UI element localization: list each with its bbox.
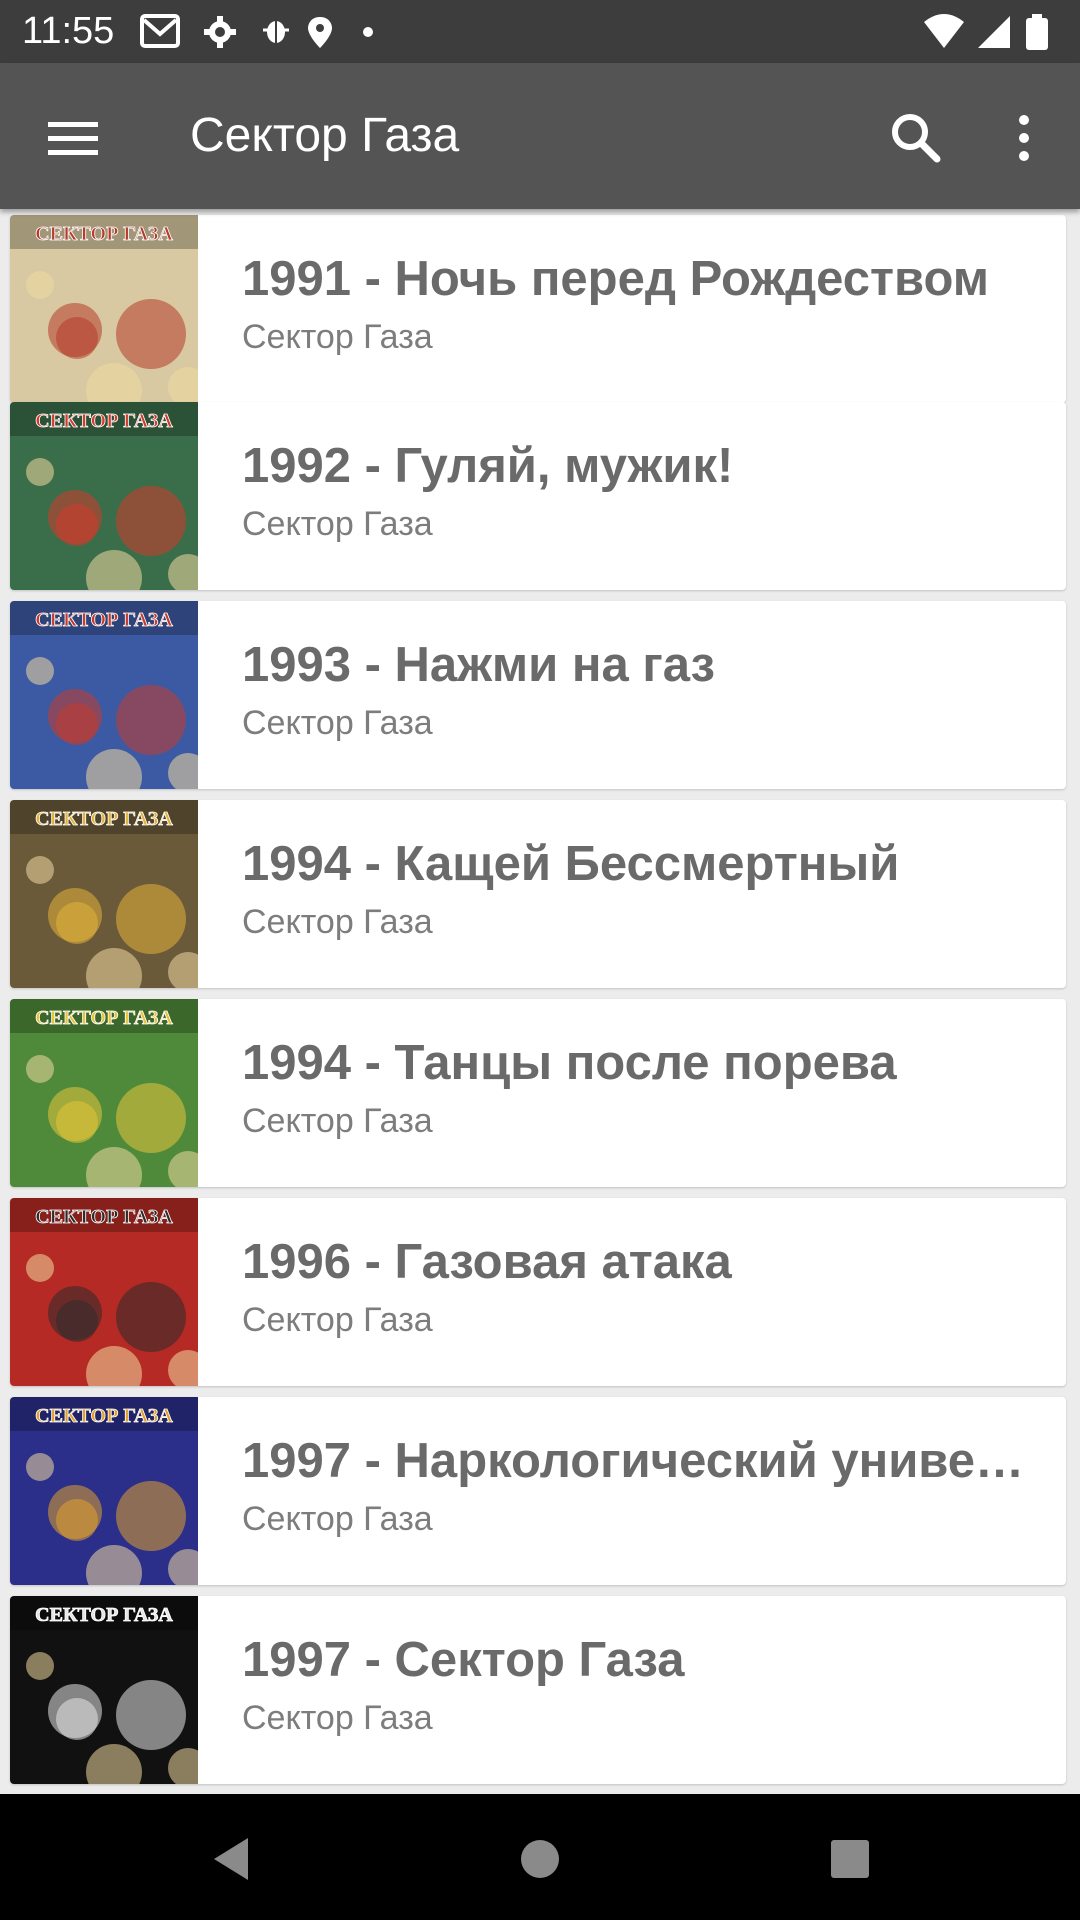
location-icon: [308, 17, 332, 48]
album-item[interactable]: СЕКТОР ГАЗА 1993 - Нажми на газ Сектор Г…: [10, 601, 1066, 789]
album-cover: СЕКТОР ГАЗА: [10, 800, 198, 988]
album-item[interactable]: СЕКТОР ГАЗА 1991 - Ночь перед Рождеством…: [10, 215, 1066, 403]
album-cover-art: СЕКТОР ГАЗА: [10, 1397, 198, 1585]
album-item[interactable]: СЕКТОР ГАЗА 1994 - Кащей Бессмертный Сек…: [10, 800, 1066, 988]
more-vert-icon[interactable]: [1004, 103, 1044, 173]
album-title: 1997 - Сектор Газа: [242, 1633, 685, 1687]
signal-icon: [978, 16, 1010, 48]
album-cover-logo: СЕКТОР ГАЗА: [35, 1007, 173, 1029]
album-item[interactable]: СЕКТОР ГАЗА 1997 - Наркологический униве…: [10, 1397, 1066, 1585]
album-cover: СЕКТОР ГАЗА: [10, 1198, 198, 1386]
status-bar: 11:55: [0, 0, 1080, 63]
battery-icon: [1026, 14, 1048, 50]
album-artist: Сектор Газа: [242, 1102, 433, 1140]
album-cover-logo: СЕКТОР ГАЗА: [35, 1604, 173, 1626]
album-artist: Сектор Газа: [242, 903, 433, 941]
album-cover-logo: СЕКТОР ГАЗА: [35, 808, 173, 830]
album-cover-art: СЕКТОР ГАЗА: [10, 215, 198, 403]
album-item[interactable]: СЕКТОР ГАЗА 1997 - Сектор Газа Сектор Га…: [10, 1596, 1066, 1784]
album-cover-art: СЕКТОР ГАЗА: [10, 601, 198, 789]
album-cover-art: СЕКТОР ГАЗА: [10, 1596, 198, 1784]
album-cover-logo: СЕКТОР ГАЗА: [35, 1405, 173, 1427]
album-artist: Сектор Газа: [242, 1699, 433, 1737]
album-artist: Сектор Газа: [242, 505, 433, 543]
gmail-icon: [140, 14, 180, 48]
album-cover-art: СЕКТОР ГАЗА: [10, 999, 198, 1187]
album-cover-logo: СЕКТОР ГАЗА: [35, 223, 173, 245]
album-title: 1993 - Нажми на газ: [242, 638, 715, 692]
album-cover-art: СЕКТОР ГАЗА: [10, 1198, 198, 1386]
status-icons-left: [140, 14, 373, 48]
wifi-icon: [924, 14, 964, 48]
album-title: 1997 - Наркологический университет милли…: [242, 1434, 1042, 1488]
status-icons-right: [924, 14, 1048, 50]
album-cover-art: СЕКТОР ГАЗА: [10, 800, 198, 988]
system-nav-bar: [0, 1794, 1080, 1920]
album-cover: СЕКТОР ГАЗА: [10, 1596, 198, 1784]
back-triangle-icon[interactable]: [200, 1824, 270, 1894]
album-artist: Сектор Газа: [242, 318, 433, 356]
album-cover-logo: СЕКТОР ГАЗА: [35, 410, 173, 432]
album-cover: СЕКТОР ГАЗА: [10, 1397, 198, 1585]
status-time: 11:55: [22, 10, 115, 52]
page-title: Сектор Газа: [190, 109, 460, 162]
album-title: 1996 - Газовая атака: [242, 1235, 732, 1289]
settings-icon: [204, 16, 236, 48]
album-cover: СЕКТОР ГАЗА: [10, 215, 198, 403]
album-artist: Сектор Газа: [242, 1301, 433, 1339]
debug-icon: [263, 21, 289, 43]
album-artist: Сектор Газа: [242, 1500, 433, 1538]
album-item[interactable]: СЕКТОР ГАЗА 1992 - Гуляй, мужик! Сектор …: [10, 402, 1066, 590]
search-icon[interactable]: [880, 103, 950, 173]
album-cover: СЕКТОР ГАЗА: [10, 999, 198, 1187]
album-list[interactable]: СЕКТОР ГАЗА 1991 - Ночь перед Рождеством…: [0, 209, 1080, 1794]
album-title: 1991 - Ночь перед Рождеством: [242, 252, 990, 306]
dot-icon: [363, 27, 373, 37]
album-title: 1994 - Кащей Бессмертный: [242, 837, 900, 891]
recents-square-icon[interactable]: [815, 1824, 885, 1894]
album-cover: СЕКТОР ГАЗА: [10, 601, 198, 789]
album-title: 1992 - Гуляй, мужик!: [242, 439, 734, 493]
album-cover-logo: СЕКТОР ГАЗА: [35, 609, 173, 631]
album-artist: Сектор Газа: [242, 704, 433, 742]
album-cover: СЕКТОР ГАЗА: [10, 402, 198, 590]
app-bar: Сектор Газа: [0, 63, 1080, 209]
album-cover-logo: СЕКТОР ГАЗА: [35, 1206, 173, 1228]
album-title: 1994 - Танцы после порева: [242, 1036, 897, 1090]
album-cover-art: СЕКТОР ГАЗА: [10, 402, 198, 590]
home-circle-icon[interactable]: [505, 1824, 575, 1894]
hamburger-menu-icon[interactable]: [38, 103, 108, 173]
album-item[interactable]: СЕКТОР ГАЗА 1994 - Танцы после порева Се…: [10, 999, 1066, 1187]
album-item[interactable]: СЕКТОР ГАЗА 1996 - Газовая атака Сектор …: [10, 1198, 1066, 1386]
